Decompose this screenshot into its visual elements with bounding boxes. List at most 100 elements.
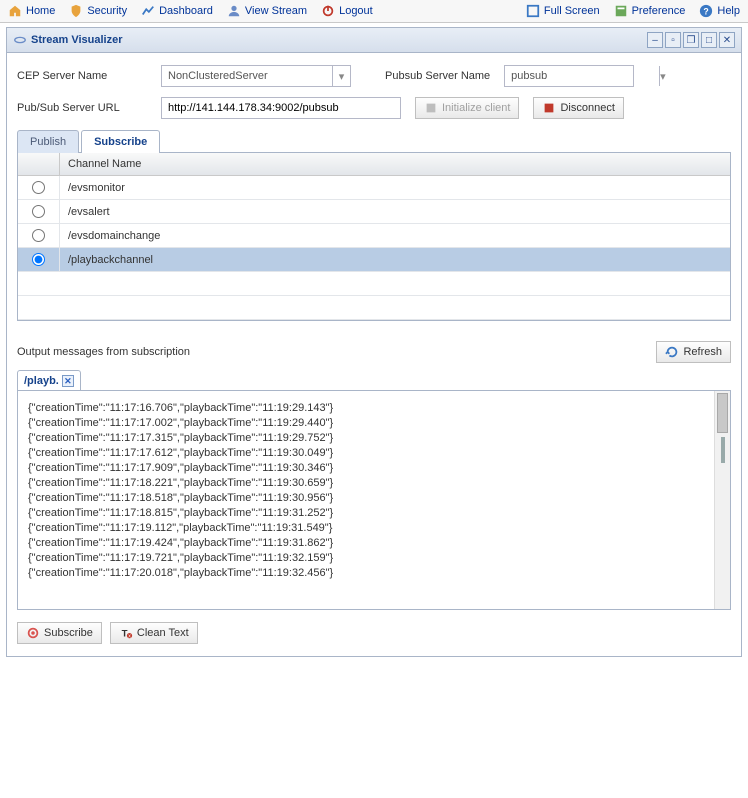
scroll-track-mark — [721, 437, 725, 463]
scroll-thumb[interactable] — [717, 393, 728, 433]
btn-label: Clean Text — [137, 627, 189, 639]
output-line: {"creationTime":"11:17:19.112","playback… — [28, 521, 720, 536]
window-close-button[interactable]: ✕ — [719, 32, 735, 48]
scrollbar-vertical[interactable] — [714, 391, 730, 609]
cep-server-label: CEP Server Name — [17, 70, 147, 82]
chart-icon — [141, 4, 155, 18]
refresh-icon — [665, 345, 679, 359]
output-line: {"creationTime":"11:17:17.909","playback… — [28, 461, 720, 476]
chevron-down-icon[interactable]: ▾ — [332, 66, 350, 86]
output-line: {"creationTime":"11:17:18.221","playback… — [28, 476, 720, 491]
stop-icon — [542, 101, 556, 115]
window-cascade-button[interactable]: ❐ — [683, 32, 699, 48]
nav-label: Home — [26, 5, 55, 17]
output-label: Output messages from subscription — [17, 346, 190, 358]
channel-name: /evsalert — [60, 206, 730, 218]
pubsub-server-combo[interactable]: ▾ — [504, 65, 634, 87]
nav-logout[interactable]: Logout — [321, 4, 373, 18]
tab-publish[interactable]: Publish — [17, 130, 79, 153]
channel-name: /evsdomainchange — [60, 230, 730, 242]
output-line: {"creationTime":"11:17:16.706","playback… — [28, 401, 720, 416]
shield-icon — [69, 4, 83, 18]
btn-label: Refresh — [683, 346, 722, 358]
svg-text:x: x — [128, 633, 131, 639]
output-line: {"creationTime":"11:17:18.815","playback… — [28, 506, 720, 521]
nav-preference[interactable]: Preference — [614, 4, 686, 18]
url-input[interactable] — [161, 97, 401, 119]
btn-label: Disconnect — [560, 102, 614, 114]
preference-icon — [614, 4, 628, 18]
tab-subscribe[interactable]: Subscribe — [81, 130, 160, 153]
nav-label: Dashboard — [159, 5, 213, 17]
svg-text:?: ? — [704, 7, 709, 17]
nav-home[interactable]: Home — [8, 4, 55, 18]
nav-label: Preference — [632, 5, 686, 17]
user-icon — [227, 4, 241, 18]
table-row[interactable]: /playbackchannel — [18, 248, 730, 272]
grid-header-radio — [18, 153, 60, 175]
pubsub-server-label: Pubsub Server Name — [385, 70, 490, 82]
close-icon[interactable]: ✕ — [62, 375, 74, 387]
table-row[interactable]: /evsdomainchange — [18, 224, 730, 248]
nav-label: Logout — [339, 5, 373, 17]
subscribe-icon — [26, 626, 40, 640]
output-textarea[interactable]: {"creationTime":"11:17:16.706","playback… — [17, 390, 731, 610]
grid-header-name: Channel Name — [60, 153, 730, 175]
table-row-empty — [18, 296, 730, 320]
channel-name: /evsmonitor — [60, 182, 730, 194]
refresh-button[interactable]: Refresh — [656, 341, 731, 363]
disconnect-button[interactable]: Disconnect — [533, 97, 623, 119]
channel-grid: Channel Name /evsmonitor/evsalert/evsdom… — [17, 153, 731, 321]
init-icon — [424, 101, 438, 115]
clean-text-button[interactable]: Tx Clean Text — [110, 622, 198, 644]
cep-server-input[interactable] — [162, 66, 332, 86]
channel-radio[interactable] — [32, 229, 45, 242]
output-line: {"creationTime":"11:17:19.424","playback… — [28, 536, 720, 551]
power-icon — [321, 4, 335, 18]
cep-server-combo[interactable]: ▾ — [161, 65, 351, 87]
home-icon — [8, 4, 22, 18]
channel-radio[interactable] — [32, 205, 45, 218]
output-line: {"creationTime":"11:17:17.612","playback… — [28, 446, 720, 461]
btn-label: Subscribe — [44, 627, 93, 639]
panel-title: Stream Visualizer — [31, 34, 123, 46]
output-line: {"creationTime":"11:17:17.002","playback… — [28, 416, 720, 431]
window-minimize-button[interactable]: ‒ — [647, 32, 663, 48]
table-row-empty — [18, 272, 730, 296]
window-maximize-button[interactable]: □ — [701, 32, 717, 48]
help-icon: ? — [699, 4, 713, 18]
chevron-down-icon[interactable]: ▾ — [659, 66, 666, 86]
output-line: {"creationTime":"11:17:19.721","playback… — [28, 551, 720, 566]
channel-name: /playbackchannel — [60, 254, 730, 266]
channel-radio[interactable] — [32, 181, 45, 194]
url-label: Pub/Sub Server URL — [17, 102, 147, 114]
clean-icon: Tx — [119, 626, 133, 640]
collapse-icon[interactable] — [13, 33, 27, 47]
output-tab-playback[interactable]: /playb. ✕ — [17, 370, 81, 391]
nav-dashboard[interactable]: Dashboard — [141, 4, 213, 18]
nav-label: Security — [87, 5, 127, 17]
nav-security[interactable]: Security — [69, 4, 127, 18]
nav-label: View Stream — [245, 5, 307, 17]
nav-label: Full Screen — [544, 5, 600, 17]
pubsub-server-input[interactable] — [505, 66, 659, 86]
top-nav: Home Security Dashboard View Stream Logo… — [0, 0, 748, 23]
output-tab-label: /playb. — [24, 375, 59, 387]
table-row[interactable]: /evsmonitor — [18, 176, 730, 200]
nav-help[interactable]: ? Help — [699, 4, 740, 18]
initialize-client-button[interactable]: Initialize client — [415, 97, 519, 119]
fullscreen-icon — [526, 4, 540, 18]
window-restore-button[interactable]: ▫ — [665, 32, 681, 48]
nav-fullscreen[interactable]: Full Screen — [526, 4, 600, 18]
subscribe-button[interactable]: Subscribe — [17, 622, 102, 644]
output-line: {"creationTime":"11:17:17.315","playback… — [28, 431, 720, 446]
nav-view-stream[interactable]: View Stream — [227, 4, 307, 18]
main-tabs: Publish Subscribe — [17, 129, 731, 153]
output-line: {"creationTime":"11:17:20.018","playback… — [28, 566, 720, 581]
btn-label: Initialize client — [442, 102, 510, 114]
output-line: {"creationTime":"11:17:18.518","playback… — [28, 491, 720, 506]
channel-radio[interactable] — [32, 253, 45, 266]
table-row[interactable]: /evsalert — [18, 200, 730, 224]
panel-header: Stream Visualizer ‒ ▫ ❐ □ ✕ — [7, 28, 741, 53]
svg-text:T: T — [122, 629, 128, 640]
